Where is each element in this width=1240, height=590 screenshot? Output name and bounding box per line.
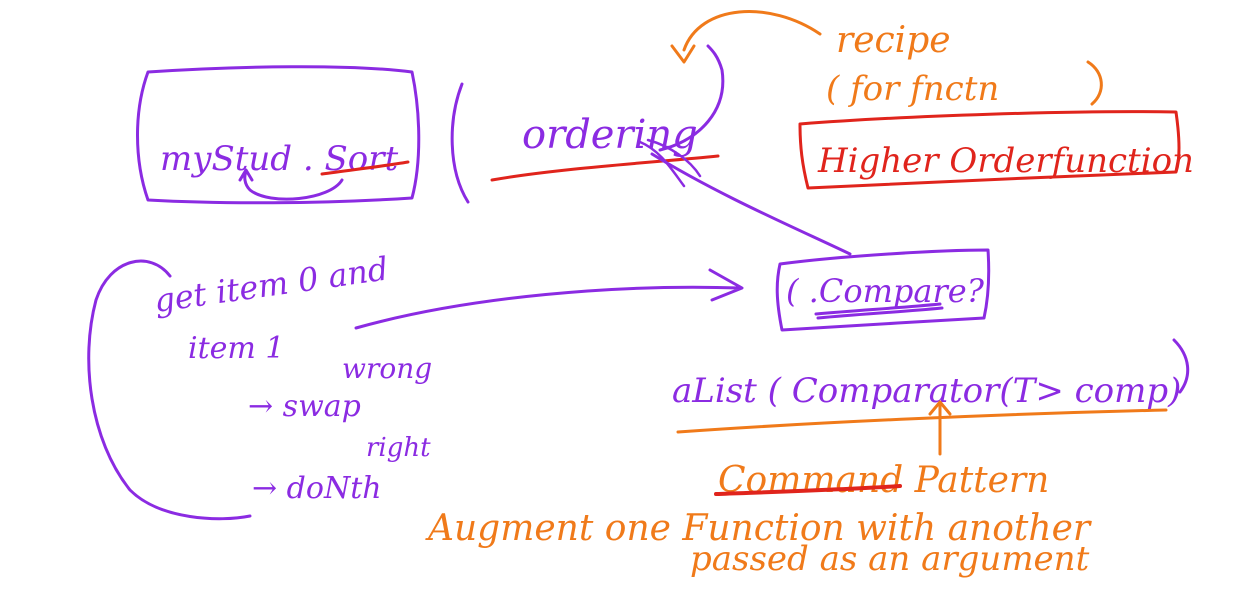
higher-order-function-text: Higher Orderfunction — [817, 141, 1194, 181]
recipe-text: recipe — [836, 20, 951, 61]
command-pattern-text: Command Pattern — [718, 460, 1049, 501]
compare-text: ( .Compare? — [786, 272, 985, 310]
alist-comparator-text: aList ( Comparator(T> comp) — [672, 371, 1181, 411]
do-nothing-text: → doNth — [252, 471, 382, 506]
get-item-line2: item 1 — [188, 331, 284, 366]
get-item-line1: get item 0 and — [152, 249, 391, 319]
whiteboard-canvas: myStud . Sort ordering recipe ( for fnct… — [87, 10, 1194, 579]
wrong-text: wrong — [342, 352, 432, 385]
recipe-arrow — [670, 10, 822, 64]
passed-line-text: passed as an argument — [690, 539, 1090, 579]
right-text: right — [366, 433, 431, 463]
sort-box-outline — [136, 65, 421, 205]
get-item-to-compare-arrow — [354, 268, 744, 330]
for-function-close-paren — [1086, 60, 1103, 106]
for-function-text: ( for fnctn — [826, 69, 999, 109]
orange-up-arrow — [928, 400, 952, 456]
swap-text: → swap — [248, 389, 361, 424]
paren-separator — [450, 82, 470, 204]
orange-divider-line — [676, 408, 1168, 434]
my-student-sort-text: myStud . Sort — [160, 139, 399, 179]
